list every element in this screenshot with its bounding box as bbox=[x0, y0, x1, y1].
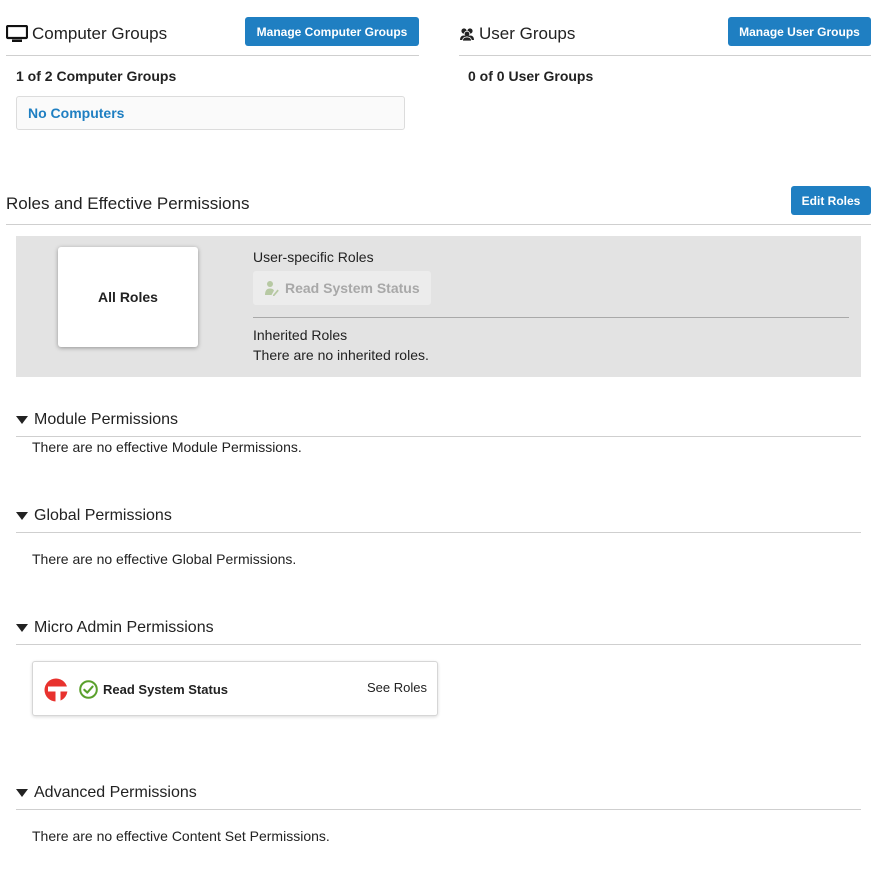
computer-groups-count: 1 of 2 Computer Groups bbox=[16, 68, 177, 84]
module-permissions-title: Module Permissions bbox=[34, 411, 179, 428]
all-roles-card[interactable]: All Roles bbox=[58, 247, 198, 347]
divider bbox=[16, 436, 861, 437]
caret-down-icon bbox=[16, 789, 28, 797]
divider bbox=[459, 55, 871, 56]
global-permissions-title: Global Permissions bbox=[34, 507, 172, 524]
inherited-roles-label: Inherited Roles bbox=[253, 327, 348, 343]
all-roles-label: All Roles bbox=[98, 289, 158, 305]
divider bbox=[16, 809, 861, 810]
edit-roles-button[interactable]: Edit Roles bbox=[791, 186, 871, 215]
caret-down-icon bbox=[16, 512, 28, 520]
module-permissions-toggle[interactable]: Module Permissions bbox=[16, 411, 178, 429]
brand-logo-icon bbox=[44, 678, 68, 705]
user-groups-count: 0 of 0 User Groups bbox=[468, 68, 594, 84]
user-specific-roles-label: User-specific Roles bbox=[253, 249, 374, 265]
manage-computer-groups-button[interactable]: Manage Computer Groups bbox=[245, 17, 419, 46]
user-role-chip[interactable]: Read System Status bbox=[253, 271, 431, 305]
see-roles-link[interactable]: See Roles bbox=[367, 680, 427, 695]
roles-panel: All Roles User-specific Roles Read Syste… bbox=[16, 236, 861, 377]
divider bbox=[16, 644, 861, 645]
computer-groups-title: Computer Groups bbox=[32, 24, 168, 43]
computer-group-item-label: No Computers bbox=[28, 105, 125, 121]
divider bbox=[16, 532, 861, 533]
caret-down-icon bbox=[16, 416, 28, 424]
module-permissions-text: There are no effective Module Permission… bbox=[32, 439, 302, 455]
monitor-icon bbox=[5, 24, 29, 43]
micro-admin-permissions-title: Micro Admin Permissions bbox=[34, 619, 214, 636]
micro-admin-permissions-toggle[interactable]: Micro Admin Permissions bbox=[16, 619, 214, 637]
roles-section-title: Roles and Effective Permissions bbox=[6, 194, 250, 213]
caret-down-icon bbox=[16, 624, 28, 632]
advanced-permissions-text: There are no effective Content Set Permi… bbox=[32, 828, 330, 844]
divider bbox=[6, 224, 871, 225]
user-groups-header: User Groups bbox=[459, 24, 575, 44]
global-permissions-toggle[interactable]: Global Permissions bbox=[16, 507, 172, 525]
divider bbox=[253, 317, 849, 318]
advanced-permissions-title: Advanced Permissions bbox=[34, 784, 197, 801]
micro-admin-permission-card: Read System Status See Roles bbox=[32, 661, 438, 716]
computer-groups-header: Computer Groups bbox=[5, 24, 168, 44]
micro-admin-permission-label: Read System Status bbox=[103, 682, 228, 697]
user-role-label: Read System Status bbox=[285, 280, 420, 296]
inherited-roles-text: There are no inherited roles. bbox=[253, 347, 429, 363]
advanced-permissions-toggle[interactable]: Advanced Permissions bbox=[16, 784, 197, 802]
global-permissions-text: There are no effective Global Permission… bbox=[32, 551, 297, 567]
user-edit-icon bbox=[265, 280, 285, 296]
user-groups-title: User Groups bbox=[479, 24, 576, 43]
manage-user-groups-button[interactable]: Manage User Groups bbox=[728, 17, 871, 46]
divider bbox=[6, 55, 419, 56]
check-circle-icon bbox=[79, 680, 98, 702]
computer-group-item[interactable]: No Computers bbox=[16, 96, 405, 130]
users-icon bbox=[459, 26, 475, 42]
